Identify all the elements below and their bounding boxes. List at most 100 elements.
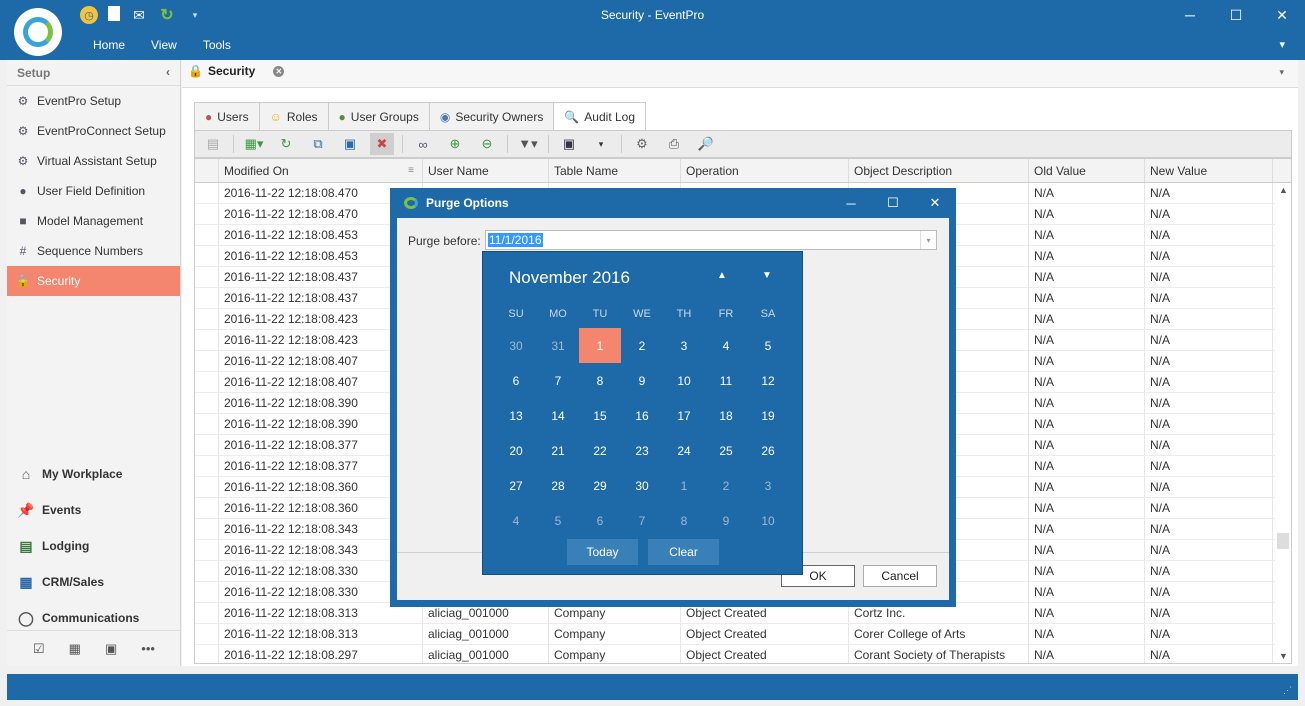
calendar-day[interactable]: 30 xyxy=(621,468,663,503)
calendar-day[interactable]: 21 xyxy=(537,433,579,468)
calendar-day[interactable]: 2 xyxy=(705,468,747,503)
calendar-day[interactable]: 9 xyxy=(621,363,663,398)
table-row[interactable]: 2016-11-22 12:18:08.313 aliciag_001000 Com… xyxy=(195,624,1291,645)
calendar-day[interactable]: 9 xyxy=(705,503,747,538)
export-icon[interactable]: ⧉ xyxy=(306,133,330,155)
menu-home[interactable]: Home xyxy=(80,38,138,52)
notes-icon[interactable]: ▣ xyxy=(105,641,117,657)
calendar-day[interactable]: 31 xyxy=(537,328,579,363)
more-icon[interactable]: ••• xyxy=(141,641,155,656)
calendar-day[interactable]: 29 xyxy=(579,468,621,503)
calendar-day[interactable]: 20 xyxy=(495,433,537,468)
calendar-day[interactable]: 3 xyxy=(747,468,789,503)
delete-icon[interactable]: ▤ xyxy=(201,133,225,155)
clipboard-check-icon[interactable]: ☑ xyxy=(33,641,45,657)
select-all-icon[interactable]: ▦▾ xyxy=(242,133,266,155)
calendar-day[interactable]: 17 xyxy=(663,398,705,433)
nav-lodging[interactable]: ▤ Lodging xyxy=(7,528,181,564)
tab-audit-log[interactable]: 🔍 Audit Log xyxy=(553,102,647,130)
calendar-day[interactable]: 1 xyxy=(663,468,705,503)
header-user-name[interactable]: User Name xyxy=(423,159,549,182)
header-old-value[interactable]: Old Value xyxy=(1029,159,1145,182)
print-icon[interactable]: ⎙ xyxy=(662,133,686,155)
maximize-icon[interactable]: ☐ xyxy=(1213,0,1259,30)
calendar-day[interactable]: 26 xyxy=(747,433,789,468)
calendar-day[interactable]: 23 xyxy=(621,433,663,468)
vertical-scrollbar[interactable]: ▲ ▼ xyxy=(1275,183,1291,663)
table-row[interactable]: 2016-11-22 12:18:08.297 aliciag_001000 Com… xyxy=(195,645,1291,663)
calendar-day[interactable]: 1 xyxy=(579,328,621,363)
sidebar-item-security[interactable]: 🔒 Security xyxy=(7,266,180,296)
calendar-day[interactable]: 4 xyxy=(705,328,747,363)
calendar-day[interactable]: 6 xyxy=(579,503,621,538)
clear-button[interactable]: Clear xyxy=(648,539,719,565)
sidebar-item-virtual-assistant-setup[interactable]: ⚙ Virtual Assistant Setup xyxy=(7,146,180,176)
refresh-icon[interactable]: ↻ xyxy=(274,133,298,155)
today-button[interactable]: Today xyxy=(567,539,638,565)
sort-icon[interactable]: ≡ xyxy=(408,165,414,176)
tab-users[interactable]: ● Users xyxy=(194,102,260,130)
calendar-day[interactable]: 3 xyxy=(663,328,705,363)
close-icon[interactable]: ✕ xyxy=(1259,0,1305,30)
previous-month-icon[interactable]: ▲ xyxy=(717,270,727,281)
header-operation[interactable]: Operation xyxy=(681,159,849,182)
calendar-month-label[interactable]: November 2016 xyxy=(509,268,630,288)
minimize-icon[interactable]: ─ xyxy=(1167,0,1213,30)
sidebar-item-sequence-numbers[interactable]: # Sequence Numbers xyxy=(7,236,180,266)
scroll-up-icon[interactable]: ▲ xyxy=(1279,185,1288,195)
next-month-icon[interactable]: ▼ xyxy=(762,270,772,281)
minimize-icon[interactable]: ─ xyxy=(830,188,872,218)
calendar-day[interactable]: 27 xyxy=(495,468,537,503)
calendar-day[interactable]: 18 xyxy=(705,398,747,433)
calendar-day[interactable]: 28 xyxy=(537,468,579,503)
nav-crm-sales[interactable]: ▦ CRM/Sales xyxy=(7,564,181,600)
tab-roles[interactable]: ☺ Roles xyxy=(258,102,329,130)
sidebar-item-eventpro-setup[interactable]: ⚙ EventPro Setup xyxy=(7,86,180,116)
calculator-icon[interactable]: ▦ xyxy=(69,641,81,657)
calendar-day[interactable]: 16 xyxy=(621,398,663,433)
settings-icon[interactable]: ⚙ xyxy=(630,133,654,155)
nav-my-workplace[interactable]: ⌂ My Workplace xyxy=(7,456,181,492)
open-icon[interactable]: ▣ xyxy=(338,133,362,155)
find-icon[interactable]: ∞ xyxy=(411,133,435,155)
tab-list-dropdown-icon[interactable]: ▾ xyxy=(1279,67,1284,78)
tab-security-owners[interactable]: ◉ Security Owners xyxy=(428,102,555,130)
menu-view[interactable]: View xyxy=(138,38,190,52)
sidebar-item-user-field-definition[interactable]: ● User Field Definition xyxy=(7,176,180,206)
calendar-day[interactable]: 4 xyxy=(495,503,537,538)
calendar-day[interactable]: 11 xyxy=(705,363,747,398)
calendar-day[interactable]: 13 xyxy=(495,398,537,433)
calendar-day[interactable]: 14 xyxy=(537,398,579,433)
save-icon[interactable]: ▣ xyxy=(557,133,581,155)
calendar-day[interactable]: 7 xyxy=(537,363,579,398)
calendar-day[interactable]: 5 xyxy=(747,328,789,363)
maximize-icon[interactable]: ☐ xyxy=(872,188,914,218)
close-icon[interactable]: ✕ xyxy=(914,188,956,218)
scroll-down-icon[interactable]: ▼ xyxy=(1279,651,1288,661)
cancel-button[interactable]: Cancel xyxy=(863,565,937,587)
tab-security[interactable]: 🔒 Security ✕ xyxy=(188,64,285,78)
calendar-day[interactable]: 30 xyxy=(495,328,537,363)
calendar-day[interactable]: 19 xyxy=(747,398,789,433)
header-table-name[interactable]: Table Name xyxy=(549,159,681,182)
purge-before-date-input[interactable]: 11/1/2016 ▾ xyxy=(485,230,937,250)
print-preview-icon[interactable]: 🔎 xyxy=(694,133,718,155)
purge-icon[interactable]: ✖ xyxy=(370,133,394,155)
filter-icon[interactable]: ▼▾ xyxy=(516,133,540,155)
move-up-icon[interactable]: ⊕ xyxy=(443,133,467,155)
calendar-day[interactable]: 8 xyxy=(579,363,621,398)
header-object-description[interactable]: Object Description xyxy=(849,159,1029,182)
resize-grip-icon[interactable]: ⋰ xyxy=(1283,685,1292,696)
scroll-thumb[interactable] xyxy=(1277,533,1289,549)
close-tab-icon[interactable]: ✕ xyxy=(273,65,285,77)
ribbon-collapse-icon[interactable]: ▾ xyxy=(1279,38,1285,51)
calendar-day[interactable]: 10 xyxy=(747,503,789,538)
save-dropdown-icon[interactable]: ▾ xyxy=(589,133,613,155)
calendar-day[interactable]: 24 xyxy=(663,433,705,468)
header-modified-on[interactable]: Modified On ≡ xyxy=(219,159,423,182)
sidebar-item-model-management[interactable]: ■ Model Management xyxy=(7,206,180,236)
header-new-value[interactable]: New Value xyxy=(1145,159,1273,182)
calendar-day[interactable]: 15 xyxy=(579,398,621,433)
tab-user-groups[interactable]: ● User Groups xyxy=(327,102,430,130)
calendar-day[interactable]: 22 xyxy=(579,433,621,468)
